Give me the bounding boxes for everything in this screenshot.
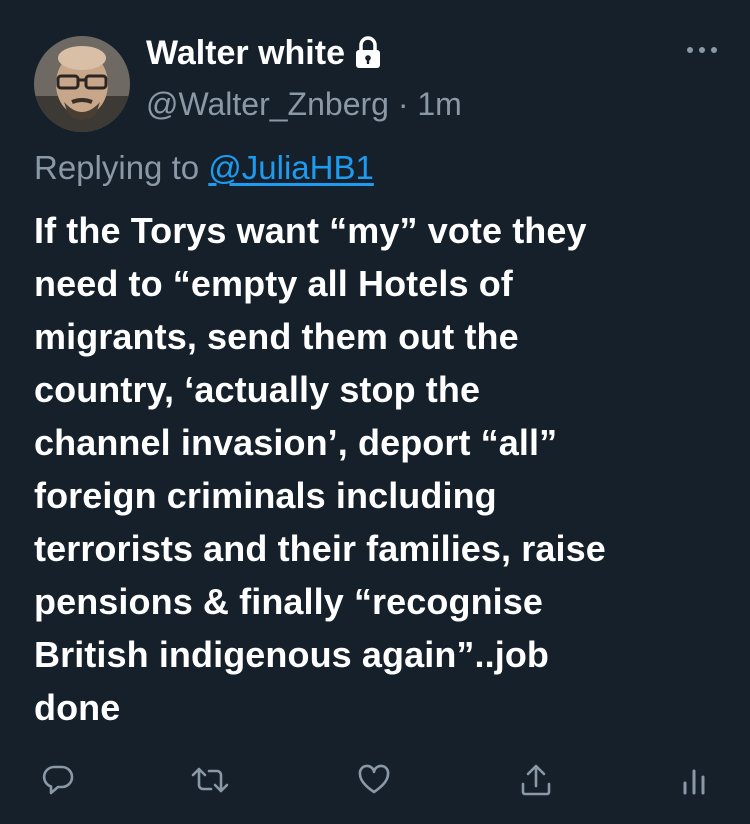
tweet-line: need to “empty all Hotels of [34,263,513,304]
retweet-button[interactable] [188,758,232,802]
tweet-line: If the Torys want “my” vote they [34,210,587,251]
tweet-text: If the Torys want “my” vote they need to… [34,204,724,734]
lock-icon [353,35,383,71]
replying-to-label: Replying to [34,149,209,186]
tweet-line: pensions & finally “recognise [34,581,544,622]
analytics-icon [679,763,709,797]
reply-mention-link[interactable]: @JuliaHB1 [208,149,374,186]
reply-button[interactable] [36,758,80,802]
author-handle-row: @Walter_Znberg · 1m [146,82,462,126]
tweet-line: done [34,687,121,728]
tweet-line: migrants, send them out the [34,316,519,357]
share-icon [519,762,553,798]
author-name-row[interactable]: Walter white [146,30,383,76]
avatar[interactable] [34,36,130,132]
more-options-icon[interactable] [684,40,720,60]
reply-icon [41,763,75,797]
like-button[interactable] [352,758,396,802]
like-icon [357,764,391,796]
analytics-button[interactable] [672,758,716,802]
tweet-line: foreign criminals including [34,475,497,516]
tweet-line: country, ‘actually stop the [34,369,481,410]
replying-to: Replying to @JuliaHB1 [34,146,374,190]
share-button[interactable] [514,758,558,802]
separator-dot: · [397,86,409,122]
author-display-name[interactable]: Walter white [146,30,345,76]
tweet-actions [0,758,750,808]
tweet-line: British indigenous again”..job [34,634,550,675]
timestamp[interactable]: 1m [417,86,461,122]
tweet-line: terrorists and their families, raise [34,528,606,569]
retweet-icon [190,763,230,797]
author-handle[interactable]: @Walter_Znberg [146,86,389,122]
tweet-line: channel invasion’, deport “all” [34,422,558,463]
